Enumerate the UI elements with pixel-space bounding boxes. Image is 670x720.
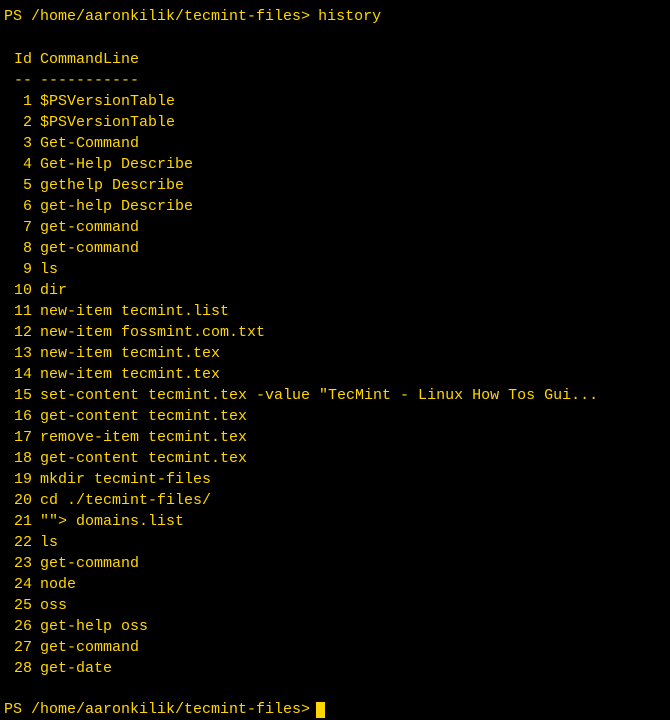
history-header-row: Id CommandLine [4,49,666,70]
history-command: new-item tecmint.list [40,301,666,322]
id-column-header: Id [4,49,40,70]
prompt-prefix: PS /home/aaronkilik/tecmint-files> [4,699,310,720]
history-command: get-command [40,553,666,574]
history-command: gethelp Describe [40,175,666,196]
history-id: 4 [4,154,40,175]
history-row: 8get-command [4,238,666,259]
history-row: 13new-item tecmint.tex [4,343,666,364]
history-row: 28get-date [4,658,666,679]
history-command: node [40,574,666,595]
history-row: 9ls [4,259,666,280]
history-row: 14new-item tecmint.tex [4,364,666,385]
history-id: 1 [4,91,40,112]
history-id: 2 [4,112,40,133]
history-row: 15set-content tecmint.tex -value "TecMin… [4,385,666,406]
commandline-column-header: CommandLine [40,49,666,70]
history-row: 19mkdir tecmint-files [4,469,666,490]
history-id: 10 [4,280,40,301]
history-id: 23 [4,553,40,574]
terminal-window[interactable]: PS /home/aaronkilik/tecmint-files> histo… [4,6,666,662]
history-command: get-command [40,637,666,658]
history-command: $PSVersionTable [40,112,666,133]
history-id: 15 [4,385,40,406]
history-command: $PSVersionTable [40,91,666,112]
history-row: 10dir [4,280,666,301]
history-id: 25 [4,595,40,616]
history-row: 1$PSVersionTable [4,91,666,112]
history-command: new-item tecmint.tex [40,343,666,364]
history-row: 6get-help Describe [4,196,666,217]
history-command: get-command [40,238,666,259]
history-command: get-date [40,658,666,679]
history-command: ""> domains.list [40,511,666,532]
cursor-icon [316,702,325,718]
history-id: 20 [4,490,40,511]
history-command: Get-Help Describe [40,154,666,175]
history-row: 23get-command [4,553,666,574]
history-id: 16 [4,406,40,427]
history-row: 17remove-item tecmint.tex [4,427,666,448]
history-id: 7 [4,217,40,238]
history-row: 7get-command [4,217,666,238]
history-body: 1$PSVersionTable2$PSVersionTable3Get-Com… [4,91,666,679]
history-id: 12 [4,322,40,343]
history-id: 6 [4,196,40,217]
history-command: new-item fossmint.com.txt [40,322,666,343]
history-command: set-content tecmint.tex -value "TecMint … [40,385,666,406]
history-row: 12new-item fossmint.com.txt [4,322,666,343]
history-row: 22ls [4,532,666,553]
history-row: 21""> domains.list [4,511,666,532]
history-command: new-item tecmint.tex [40,364,666,385]
history-command: get-content tecmint.tex [40,406,666,427]
history-command: oss [40,595,666,616]
history-id: 9 [4,259,40,280]
history-row: 16get-content tecmint.tex [4,406,666,427]
history-command: dir [40,280,666,301]
history-id: 21 [4,511,40,532]
history-divider-row: -- ----------- [4,70,666,91]
history-row: 2$PSVersionTable [4,112,666,133]
commandline-column-divider: ----------- [40,70,666,91]
history-row: 11new-item tecmint.list [4,301,666,322]
history-row: 25oss [4,595,666,616]
history-row: 20cd ./tecmint-files/ [4,490,666,511]
history-command: get-help Describe [40,196,666,217]
history-id: 26 [4,616,40,637]
id-column-divider: -- [4,70,40,91]
prompt-prefix: PS /home/aaronkilik/tecmint-files> [4,6,310,27]
history-command: ls [40,532,666,553]
executed-command: history [318,6,381,27]
prompt-line-1: PS /home/aaronkilik/tecmint-files> histo… [4,6,666,27]
history-id: 19 [4,469,40,490]
history-id: 5 [4,175,40,196]
history-id: 11 [4,301,40,322]
history-id: 22 [4,532,40,553]
history-row: 26get-help oss [4,616,666,637]
history-id: 13 [4,343,40,364]
history-id: 3 [4,133,40,154]
prompt-line-2[interactable]: PS /home/aaronkilik/tecmint-files> [4,699,666,720]
history-id: 18 [4,448,40,469]
history-id: 24 [4,574,40,595]
history-command: get-content tecmint.tex [40,448,666,469]
blank-line [4,27,666,47]
history-command: Get-Command [40,133,666,154]
history-command: get-help oss [40,616,666,637]
history-command: get-command [40,217,666,238]
history-row: 27get-command [4,637,666,658]
history-command: mkdir tecmint-files [40,469,666,490]
history-command: ls [40,259,666,280]
history-command: cd ./tecmint-files/ [40,490,666,511]
history-id: 8 [4,238,40,259]
history-row: 24node [4,574,666,595]
history-row: 4Get-Help Describe [4,154,666,175]
history-row: 3Get-Command [4,133,666,154]
history-row: 5gethelp Describe [4,175,666,196]
history-command: remove-item tecmint.tex [40,427,666,448]
history-id: 27 [4,637,40,658]
history-id: 28 [4,658,40,679]
history-row: 18get-content tecmint.tex [4,448,666,469]
history-id: 14 [4,364,40,385]
history-id: 17 [4,427,40,448]
